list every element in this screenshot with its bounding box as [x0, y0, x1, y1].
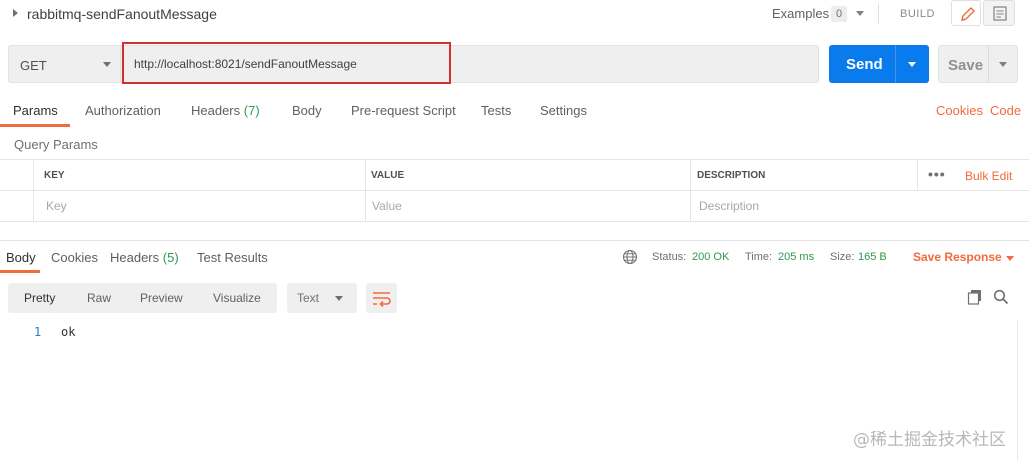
comments-button[interactable]	[983, 0, 1015, 26]
tab-response-headers[interactable]: Headers (5)	[110, 250, 179, 265]
table-divider	[365, 159, 366, 221]
copy-icon[interactable]	[967, 289, 983, 305]
table-border	[0, 221, 1029, 222]
tab-pre-request-script[interactable]: Pre-request Script	[351, 103, 456, 118]
column-header-value: VALUE	[371, 170, 405, 181]
title-bar: rabbitmq-sendFanoutMessage Examples 0 BU…	[0, 0, 1029, 28]
tab-label: Params	[13, 103, 58, 118]
table-divider	[690, 159, 691, 221]
watermark: @稀土掘金技术社区	[853, 430, 1006, 450]
active-tab-indicator	[0, 270, 40, 273]
active-tab-indicator	[0, 124, 70, 127]
method-label: GET	[20, 58, 47, 73]
chevron-down-icon	[335, 296, 343, 301]
scrollbar[interactable]	[1017, 320, 1018, 460]
tab-test-results[interactable]: Test Results	[197, 250, 268, 265]
status-value[interactable]: 200 OK	[692, 251, 729, 263]
format-tabs: Pretty Raw Preview Visualize	[8, 283, 277, 313]
response-body-text[interactable]: ok	[61, 325, 75, 339]
status-label: Status:	[652, 251, 687, 263]
tab-label: Pre-request Script	[351, 103, 456, 118]
examples-dropdown-icon[interactable]	[856, 11, 864, 16]
query-params-title: Query Params	[14, 137, 98, 152]
cookies-link[interactable]: Cookies	[936, 103, 983, 118]
format-pretty[interactable]: Pretty	[24, 291, 55, 305]
divider	[895, 45, 896, 83]
key-input[interactable]: Key	[46, 199, 67, 213]
globe-icon[interactable]	[622, 249, 638, 265]
search-icon[interactable]	[993, 289, 1009, 305]
table-divider	[33, 159, 34, 221]
headers-count: (5)	[162, 250, 179, 265]
description-input[interactable]: Description	[699, 199, 759, 213]
tab-label: Cookies	[51, 250, 98, 265]
divider	[988, 46, 989, 82]
send-button[interactable]: Send	[829, 45, 929, 83]
wrap-lines-icon	[373, 292, 391, 308]
chevron-down-icon	[103, 62, 111, 67]
request-name[interactable]: rabbitmq-sendFanoutMessage	[27, 6, 217, 22]
tab-response-cookies[interactable]: Cookies	[51, 250, 98, 265]
save-options-icon[interactable]	[999, 62, 1007, 67]
tab-label: Body	[292, 103, 322, 118]
comment-icon	[993, 6, 1007, 21]
table-divider	[917, 159, 918, 190]
tab-label: Authorization	[85, 103, 161, 118]
build-label[interactable]: BUILD	[900, 8, 935, 20]
more-options-icon[interactable]: •••	[928, 166, 946, 182]
method-select[interactable]: GET	[8, 45, 120, 83]
tab-label: Headers	[191, 103, 241, 118]
headers-count: (7)	[243, 103, 260, 118]
send-options-icon[interactable]	[908, 62, 916, 67]
examples-label[interactable]: Examples	[772, 6, 829, 21]
tab-label: Test Results	[197, 250, 268, 265]
table-border	[0, 159, 1029, 160]
tab-label: Settings	[540, 103, 587, 118]
tab-settings[interactable]: Settings	[540, 103, 587, 118]
bulk-edit-link[interactable]: Bulk Edit	[965, 169, 1012, 183]
time-value[interactable]: 205 ms	[778, 251, 814, 263]
tab-authorization[interactable]: Authorization	[85, 103, 161, 118]
edit-button[interactable]	[951, 0, 981, 26]
expand-caret-icon[interactable]	[13, 9, 18, 17]
format-raw[interactable]: Raw	[87, 291, 111, 305]
save-response-button[interactable]: Save Response	[913, 250, 1002, 264]
column-header-description: DESCRIPTION	[697, 170, 766, 181]
chevron-down-icon[interactable]	[1006, 256, 1014, 261]
format-preview[interactable]: Preview	[140, 291, 183, 305]
time-label: Time:	[745, 251, 773, 263]
response-type-select[interactable]: Text	[287, 283, 357, 313]
size-label: Size:	[830, 251, 855, 263]
divider	[878, 4, 879, 24]
table-border	[0, 190, 1029, 191]
pencil-icon	[961, 7, 975, 21]
url-highlight-annotation	[122, 42, 451, 84]
examples-count: 0	[831, 6, 847, 22]
save-label: Save	[948, 57, 984, 74]
response-type-label: Text	[297, 291, 320, 305]
tab-tests[interactable]: Tests	[481, 103, 511, 118]
value-input[interactable]: Value	[372, 199, 402, 213]
tab-label: Body	[6, 250, 36, 265]
tab-response-body[interactable]: Body	[6, 250, 36, 265]
tab-label: Headers	[110, 250, 160, 265]
tab-body[interactable]: Body	[292, 103, 322, 118]
format-visualize[interactable]: Visualize	[213, 291, 261, 305]
send-label: Send	[846, 56, 883, 73]
section-divider	[0, 240, 1029, 241]
tab-headers[interactable]: Headers (7)	[191, 103, 260, 118]
line-number: 1	[34, 325, 42, 339]
tab-label: Tests	[481, 103, 512, 118]
wrap-lines-button[interactable]	[366, 283, 397, 313]
column-header-key: KEY	[44, 170, 65, 181]
size-value[interactable]: 165 B	[858, 251, 887, 263]
code-link[interactable]: Code	[990, 103, 1021, 118]
tab-params[interactable]: Params	[13, 103, 58, 118]
save-button[interactable]: Save	[938, 45, 1018, 83]
